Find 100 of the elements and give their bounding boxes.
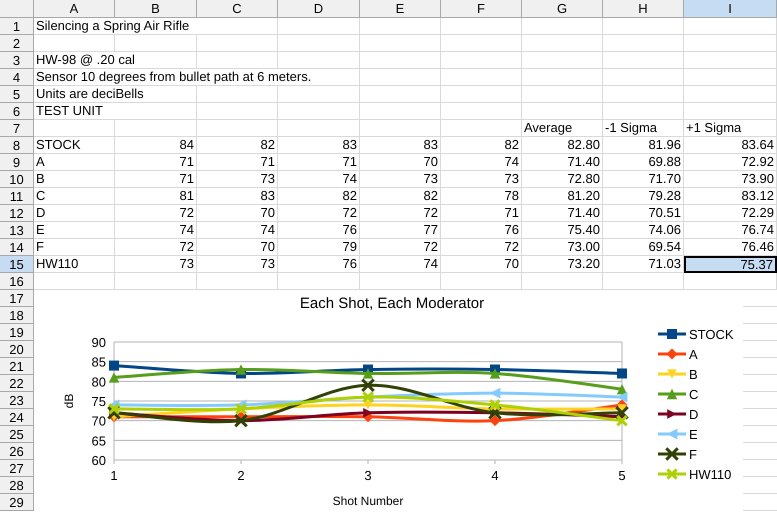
table-cell[interactable]: [684, 69, 777, 86]
row-header[interactable]: 4: [0, 69, 34, 86]
table-cell[interactable]: 83.64: [684, 137, 777, 154]
column-header[interactable]: D: [278, 0, 360, 18]
table-cell[interactable]: [197, 103, 278, 120]
table-cell[interactable]: 78: [441, 188, 522, 205]
table-cell[interactable]: [115, 120, 197, 137]
table-cell[interactable]: 74: [115, 222, 197, 239]
table-cell[interactable]: [684, 103, 777, 120]
table-cell[interactable]: 71.70: [603, 171, 684, 188]
table-cell[interactable]: 73.00: [522, 239, 603, 256]
table-cell[interactable]: [684, 52, 777, 69]
table-cell[interactable]: [522, 103, 603, 120]
table-cell[interactable]: 81.96: [603, 137, 684, 154]
table-cell[interactable]: [197, 35, 278, 52]
table-cell[interactable]: [603, 86, 684, 103]
table-cell[interactable]: 69.88: [603, 154, 684, 171]
table-cell[interactable]: 83.12: [684, 188, 777, 205]
table-cell[interactable]: Sensor 10 degrees from bullet path at 6 meters.: [34, 69, 360, 86]
column-header[interactable]: F: [441, 0, 522, 18]
table-cell[interactable]: 82: [441, 137, 522, 154]
table-cell[interactable]: 76: [278, 256, 360, 273]
table-cell[interactable]: [684, 86, 777, 103]
table-cell[interactable]: [522, 18, 603, 35]
table-cell[interactable]: 82.80: [522, 137, 603, 154]
table-cell[interactable]: HW-98 @ .20 cal: [34, 52, 197, 69]
table-cell[interactable]: 71.40: [522, 154, 603, 171]
row-header[interactable]: 20: [0, 341, 34, 358]
column-header[interactable]: A: [34, 0, 115, 18]
table-cell[interactable]: TEST UNIT: [34, 103, 197, 120]
table-cell[interactable]: 73.20: [522, 256, 603, 273]
table-cell[interactable]: 76: [441, 222, 522, 239]
table-cell[interactable]: [197, 120, 278, 137]
table-cell[interactable]: 76: [278, 222, 360, 239]
row-header[interactable]: 8: [0, 137, 34, 154]
column-header[interactable]: H: [603, 0, 684, 18]
table-cell[interactable]: [278, 86, 360, 103]
table-cell[interactable]: [684, 18, 777, 35]
row-header[interactable]: 24: [0, 409, 34, 426]
table-cell[interactable]: 77: [360, 222, 441, 239]
table-cell[interactable]: 72: [360, 205, 441, 222]
table-cell[interactable]: 73.90: [684, 171, 777, 188]
table-cell[interactable]: 82: [197, 137, 278, 154]
table-cell[interactable]: 73: [197, 171, 278, 188]
table-cell[interactable]: 71: [115, 171, 197, 188]
table-cell[interactable]: 74: [197, 222, 278, 239]
table-cell[interactable]: [603, 103, 684, 120]
row-header[interactable]: 12: [0, 205, 34, 222]
table-cell[interactable]: 79.28: [603, 188, 684, 205]
table-cell[interactable]: 72: [115, 239, 197, 256]
table-cell[interactable]: 75.40: [522, 222, 603, 239]
table-cell[interactable]: 83: [360, 137, 441, 154]
table-cell[interactable]: 74: [278, 171, 360, 188]
table-cell[interactable]: 74.06: [603, 222, 684, 239]
table-cell[interactable]: [278, 18, 360, 35]
table-cell[interactable]: 81.20: [522, 188, 603, 205]
table-cell[interactable]: [278, 120, 360, 137]
table-cell[interactable]: 73: [360, 171, 441, 188]
table-cell[interactable]: [197, 86, 278, 103]
row-header[interactable]: 21: [0, 358, 34, 375]
row-header[interactable]: 27: [0, 460, 34, 477]
row-header[interactable]: 25: [0, 426, 34, 443]
table-cell[interactable]: [522, 52, 603, 69]
table-cell[interactable]: [115, 35, 197, 52]
table-cell[interactable]: 74: [441, 154, 522, 171]
table-cell[interactable]: 71: [197, 154, 278, 171]
table-cell[interactable]: Units are deciBells: [34, 86, 197, 103]
row-header[interactable]: 10: [0, 171, 34, 188]
column-header[interactable]: E: [360, 0, 441, 18]
table-cell[interactable]: [360, 86, 441, 103]
row-header[interactable]: 19: [0, 324, 34, 341]
table-cell[interactable]: [603, 18, 684, 35]
table-cell[interactable]: 69.54: [603, 239, 684, 256]
table-cell[interactable]: 72: [278, 205, 360, 222]
table-cell[interactable]: [441, 18, 522, 35]
table-cell[interactable]: [360, 120, 441, 137]
table-cell[interactable]: 70: [197, 205, 278, 222]
select-all-corner[interactable]: [0, 0, 34, 18]
row-header[interactable]: 1: [0, 18, 34, 35]
row-header[interactable]: 16: [0, 273, 34, 290]
table-cell[interactable]: Silencing a Spring Air Rifle: [34, 18, 278, 35]
table-cell[interactable]: [441, 52, 522, 69]
table-cell[interactable]: [684, 35, 777, 52]
table-cell[interactable]: 73: [115, 256, 197, 273]
row-header[interactable]: 6: [0, 103, 34, 120]
table-cell[interactable]: [603, 69, 684, 86]
column-header[interactable]: B: [115, 0, 197, 18]
table-cell[interactable]: [522, 35, 603, 52]
column-header[interactable]: G: [522, 0, 603, 18]
table-cell[interactable]: [603, 35, 684, 52]
row-header[interactable]: 15: [0, 256, 34, 273]
row-header[interactable]: 17: [0, 290, 34, 307]
table-cell[interactable]: [278, 52, 360, 69]
table-cell[interactable]: [278, 35, 360, 52]
table-cell[interactable]: 71: [115, 154, 197, 171]
row-header[interactable]: 13: [0, 222, 34, 239]
table-cell[interactable]: [360, 52, 441, 69]
table-cell[interactable]: [360, 18, 441, 35]
table-cell[interactable]: 83: [197, 188, 278, 205]
table-cell[interactable]: [278, 103, 360, 120]
